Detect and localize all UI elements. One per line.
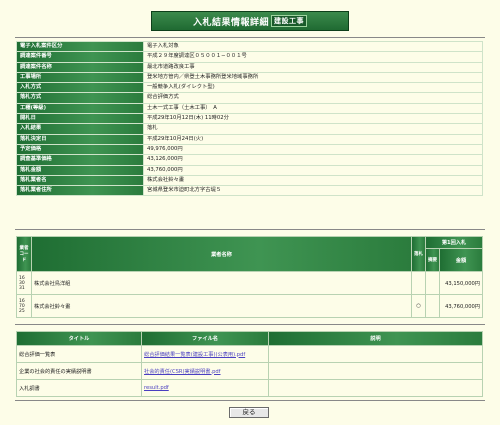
divider-top [15,37,485,38]
file-title: 総合評価一覧表 [17,346,141,362]
file-title: 入札調書 [17,380,141,396]
info-row: 工事場所 登米地方管内／県登土木事務所登米地域事務所 [17,72,482,83]
file-table: タイトル ファイル名 説明 総合評価一覧表 総合評価結果一覧表(建設工事)(公表… [16,331,483,397]
remarks-cell [426,295,439,317]
info-value: 49,976,000円 [144,144,482,155]
info-row: 調達案件名称 最北市道路改良工事 [17,62,482,72]
table-row: 入札調書 result.pdf [17,380,482,396]
info-row: 落札決定日 平成29年10月24日(火) [17,134,482,144]
divider-bottom [15,400,485,401]
info-label: 落札業者名 [17,175,143,186]
col-header-round1: 第1回入札 [426,237,482,248]
info-value: 株式会社鈴々畫 [144,175,482,186]
info-value: 土木一式工事（土木工事） A [144,103,482,114]
table-row: 総合評価一覧表 総合評価結果一覧表(建設工事)(公表用).pdf [17,346,482,362]
file-title: 企業の社会的責任の実績説明書 [17,363,141,379]
info-row: 電子入札案件区分 電子入札対象 [17,42,482,52]
col-header-file: ファイル名 [142,332,268,345]
award-mark [412,272,425,294]
info-label: 予定価格 [17,144,143,155]
info-row: 開札日 平成29年10月12日(木) 11時02分 [17,114,482,124]
info-table: 電子入札案件区分 電子入札対象 調達案件番号 平成２９年度調達区０５００１−００１号調… [16,41,483,197]
info-label: 入札結果 [17,124,143,134]
info-value: 平成２９年度調達区０５００１−００１号 [144,52,482,62]
info-row: 予定価格 49,976,000円 [17,144,482,155]
info-value: 最北市道路改良工事 [144,62,482,72]
col-header-code: 業者コード [17,237,31,271]
info-value: 43,760,000円 [144,165,482,175]
info-value: 平成29年10月24日(火) [144,134,482,144]
col-header-title: タイトル [17,332,141,345]
info-row: 落札金額 43,760,000円 [17,165,482,175]
info-row: 工種(等級) 土木一式工事（土木工事） A [17,103,482,114]
info-label: 調達案件名称 [17,62,143,72]
info-row: 入札結果 落札 [17,124,482,134]
divider-mid [15,229,485,230]
award-mark: ○ [412,295,425,317]
file-link[interactable]: 総合評価結果一覧表(建設工事)(公表用).pdf [144,352,245,358]
col-header-award: 落札 [412,237,425,271]
remarks-cell [426,272,439,294]
info-label: 落札業者住所 [17,186,143,196]
col-header-desc: 説明 [269,332,482,345]
info-label: 調達案件番号 [17,52,143,62]
info-value: 登米地方管内／県登土木事務所登米地域事務所 [144,72,482,83]
info-label: 調査基準価格 [17,155,143,165]
bid-amount: 43,760,000円 [440,295,482,317]
file-link[interactable]: 社会的責任(CSR)実績説明書.pdf [144,369,221,375]
file-desc [269,380,482,396]
col-header-remarks: 摘要 [426,249,439,271]
bidder-code: 16 30 31 [17,272,31,294]
col-header-amount: 金額 [440,249,482,271]
info-row: 入札方式 一般競争入札(ダイレクト型) [17,83,482,93]
info-value: 落札 [144,124,482,134]
info-value: 総合評価方式 [144,93,482,103]
divider-files [15,324,485,325]
info-value: 一般競争入札(ダイレクト型) [144,83,482,93]
info-label: 開札日 [17,114,143,124]
info-row: 調査基準価格 43,126,000円 [17,155,482,165]
info-row: 落札方式 総合評価方式 [17,93,482,103]
table-row: 16 30 31 株式会社鳥洋組 43,150,000円 [17,272,482,294]
page-title-text: 入札結果情報詳細 [192,17,269,28]
table-row: 企業の社会的責任の実績説明書 社会的責任(CSR)実績説明書.pdf [17,363,482,379]
info-label: 落札金額 [17,165,143,175]
info-row: 落札業者住所 宮城県登米市迫町北方字古堤５ [17,186,482,196]
info-row: 調達案件番号 平成２９年度調達区０５００１−００１号 [17,52,482,62]
bid-table: 業者コード 業者名称 落札 第1回入札 摘要 金額 16 30 31 株式会社鳥… [16,236,483,318]
bidder-code: 16 70 25 [17,295,31,317]
info-value: 43,126,000円 [144,155,482,165]
info-label: 工種(等級) [17,103,143,114]
bid-amount: 43,150,000円 [440,272,482,294]
page-title: 入札結果情報詳細 建設工事 [151,11,349,31]
info-label: 入札方式 [17,83,143,93]
bidder-name: 株式会社鳥洋組 [32,272,411,294]
info-label: 落札決定日 [17,134,143,144]
file-desc [269,363,482,379]
info-value: 電子入札対象 [144,42,482,52]
file-link[interactable]: result.pdf [144,385,169,391]
back-button[interactable]: 戻る [229,407,269,418]
info-value: 宮城県登米市迫町北方字古堤５ [144,186,482,196]
info-label: 工事場所 [17,72,143,83]
table-row: 16 70 25 株式会社鈴々畫 ○ 43,760,000円 [17,295,482,317]
info-value: 平成29年10月12日(木) 11時02分 [144,114,482,124]
bidder-name: 株式会社鈴々畫 [32,295,411,317]
info-row: 落札業者名 株式会社鈴々畫 [17,175,482,186]
file-desc [269,346,482,362]
category-tag: 建設工事 [271,15,307,27]
col-header-name: 業者名称 [32,237,411,271]
info-label: 電子入札案件区分 [17,42,143,52]
info-label: 落札方式 [17,93,143,103]
